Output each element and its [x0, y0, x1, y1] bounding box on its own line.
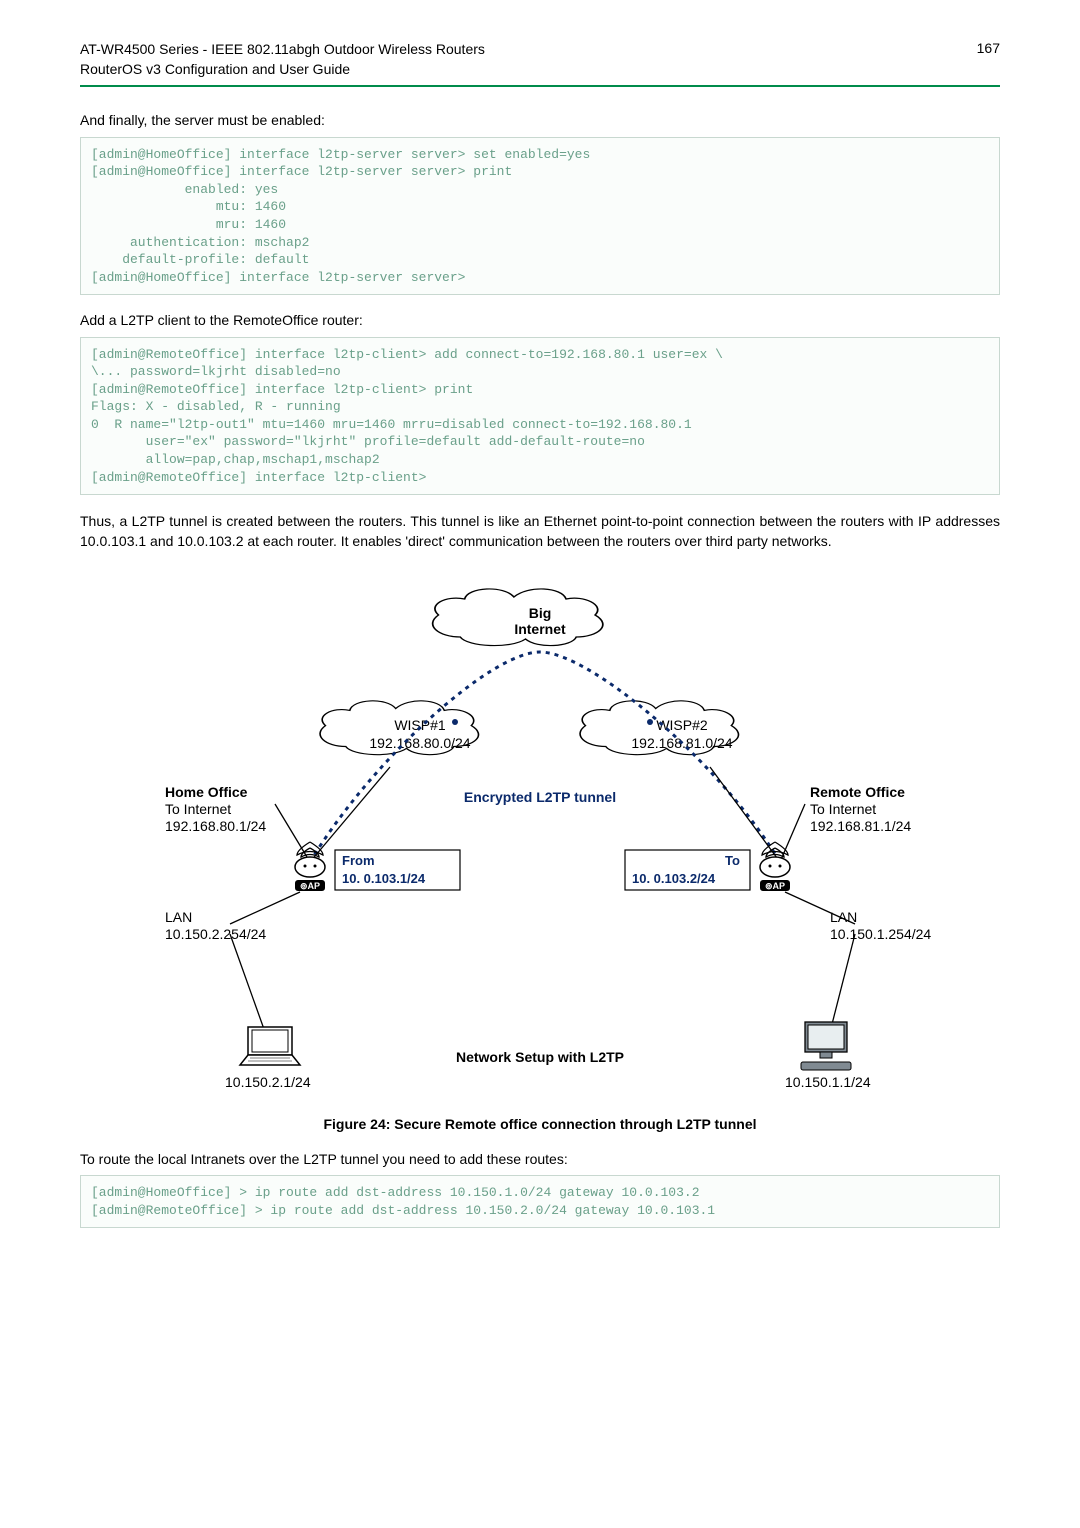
pc-icon [801, 1022, 851, 1070]
home-to-label: To Internet [165, 801, 231, 817]
laptop-ip: 10.150.2.1/24 [225, 1074, 311, 1090]
big-internet-label2: Internet [514, 621, 566, 637]
header-line1: AT-WR4500 Series - IEEE 802.11abgh Outdo… [80, 41, 485, 57]
lan-left-label: LAN [165, 909, 192, 925]
svg-text:⊚AP: ⊚AP [300, 881, 320, 891]
figure-diagram: Big Internet WISP#1 192.168.80.0/24 WISP… [80, 572, 1000, 1102]
big-internet-label: Big [529, 605, 552, 621]
remote-ip-label: 192.168.81.1/24 [810, 818, 911, 834]
remote-office-label: Remote Office [810, 784, 905, 800]
network-setup-label: Network Setup with L2TP [456, 1049, 624, 1065]
code-block-3: [admin@HomeOffice] > ip route add dst-ad… [80, 1175, 1000, 1228]
figure-caption: Figure 24: Secure Remote office connecti… [80, 1116, 1000, 1132]
header-line2: RouterOS v3 Configuration and User Guide [80, 61, 350, 77]
encrypted-label: Encrypted L2TP tunnel [464, 789, 616, 805]
network-diagram-svg: Big Internet WISP#1 192.168.80.0/24 WISP… [110, 572, 970, 1102]
wisp2-label: WISP#2 [656, 717, 708, 733]
wisp1-label: WISP#1 [394, 717, 446, 733]
add-client-text: Add a L2TP client to the RemoteOffice ro… [80, 311, 1000, 331]
page-number: 167 [977, 40, 1000, 56]
wisp1-ip: 192.168.80.0/24 [369, 735, 470, 751]
lan-right-label: LAN [830, 909, 857, 925]
home-office-label: Home Office [165, 784, 248, 800]
tunnel-paragraph: Thus, a L2TP tunnel is created between t… [80, 511, 1000, 552]
header-divider [80, 85, 1000, 87]
to-ip: 10. 0.103.2/24 [632, 871, 716, 886]
server-enable-text: And finally, the server must be enabled: [80, 111, 1000, 131]
router-right-icon: ⊚AP [760, 842, 790, 891]
to-label: To [725, 853, 740, 868]
code-block-2: [admin@RemoteOffice] interface l2tp-clie… [80, 337, 1000, 495]
from-ip: 10. 0.103.1/24 [342, 871, 426, 886]
router-left-icon: ⊚AP [295, 842, 325, 891]
code-block-1: [admin@HomeOffice] interface l2tp-server… [80, 137, 1000, 295]
remote-to-label: To Internet [810, 801, 876, 817]
lan-right-ip: 10.150.1.254/24 [830, 926, 931, 942]
page-header: AT-WR4500 Series - IEEE 802.11abgh Outdo… [80, 40, 1000, 79]
laptop-icon [240, 1027, 300, 1065]
pc-ip: 10.150.1.1/24 [785, 1074, 871, 1090]
from-label: From [342, 853, 375, 868]
route-intro: To route the local Intranets over the L2… [80, 1150, 1000, 1170]
home-ip-label: 192.168.80.1/24 [165, 818, 266, 834]
lan-left-ip: 10.150.2.254/24 [165, 926, 266, 942]
header-title: AT-WR4500 Series - IEEE 802.11abgh Outdo… [80, 40, 485, 79]
svg-text:⊚AP: ⊚AP [765, 881, 785, 891]
